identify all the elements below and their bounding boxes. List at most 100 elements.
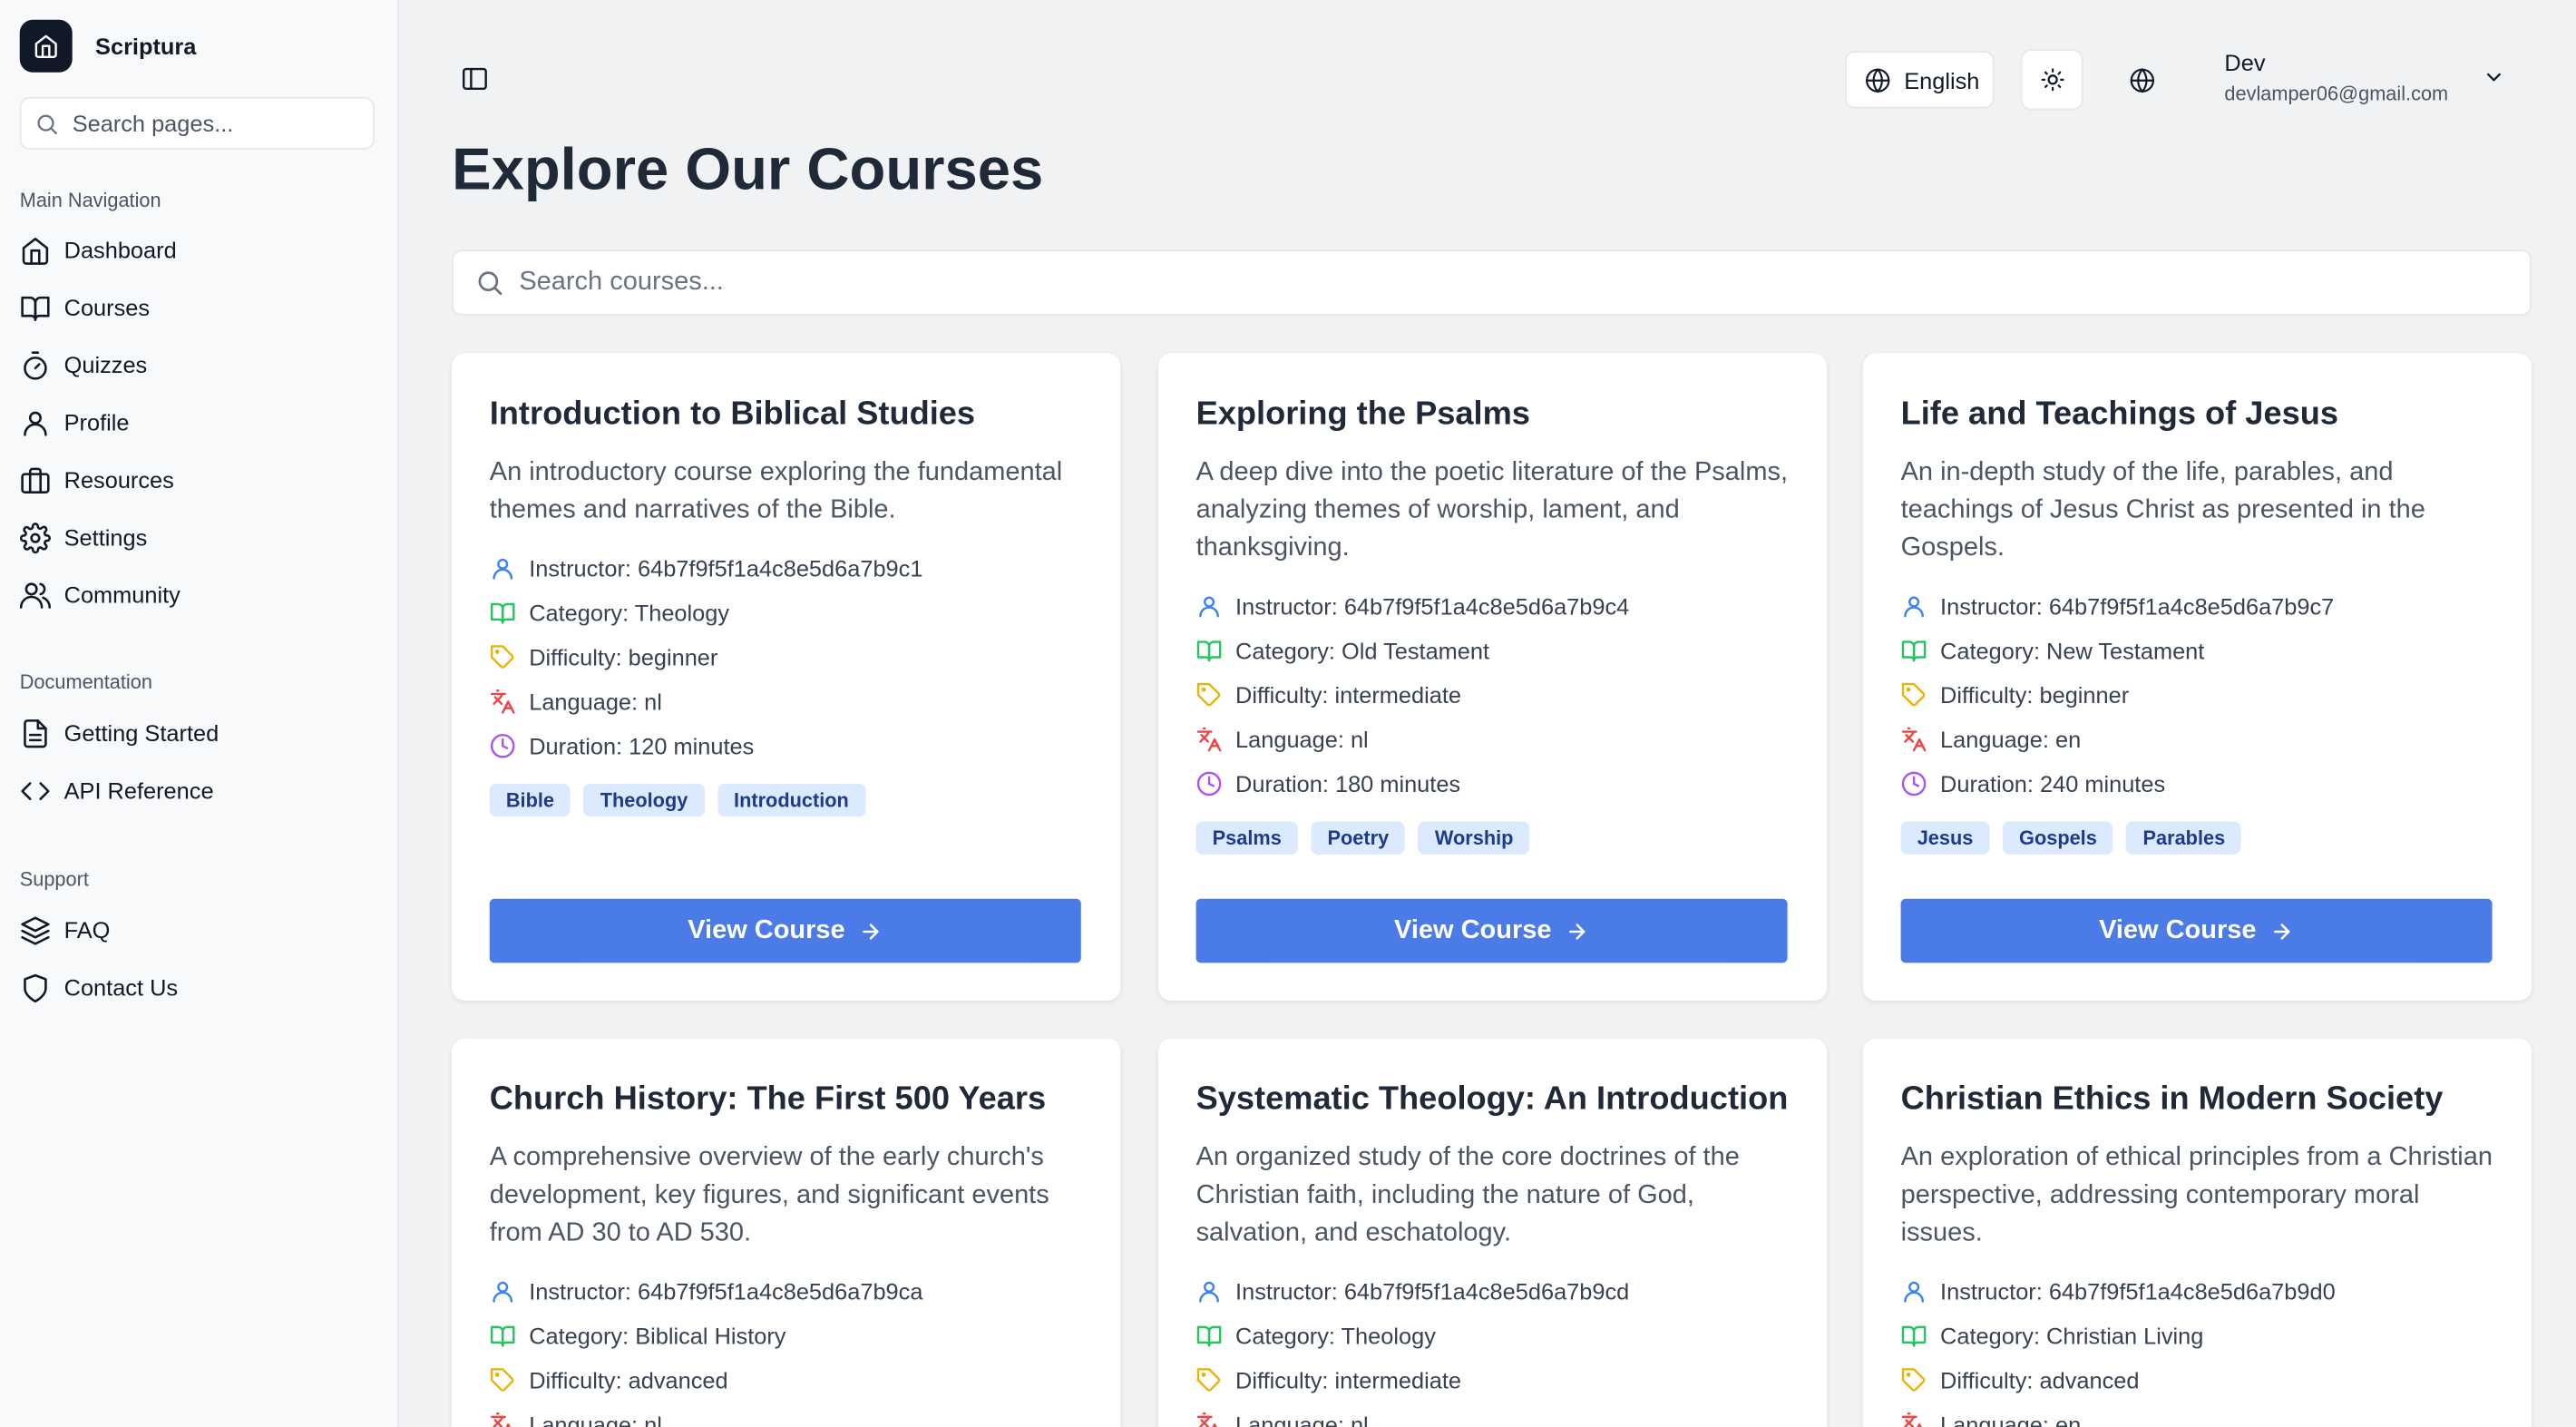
user-email: devlamper06@gmail.com xyxy=(2224,82,2449,105)
difficulty-text: Difficulty: beginner xyxy=(1940,680,2130,708)
arrow-right-icon xyxy=(2274,923,2291,939)
difficulty-row: Difficulty: beginner xyxy=(490,634,1083,679)
sidebar-item-getting-started[interactable]: Getting Started xyxy=(20,709,219,757)
view-course-button[interactable]: View Course xyxy=(1195,898,1788,963)
user-menu[interactable]: Dev devlamper06@gmail.com xyxy=(2224,49,2520,110)
sidebar-item-api-reference[interactable]: API Reference xyxy=(20,766,214,815)
course-description: An in-depth study of the life, parables,… xyxy=(1900,458,2425,562)
course-card: Christian Ethics in Modern Society An ex… xyxy=(1862,1038,2532,1427)
clock-icon xyxy=(1901,770,1927,796)
panel-left-icon xyxy=(462,67,487,91)
course-meta: Instructor: 64b7f9f5f1a4c8e5d6a7b9c4 Cat… xyxy=(1196,583,1790,806)
course-title: Christian Ethics in Modern Society xyxy=(1900,1080,2444,1118)
sidebar-item-quizzes[interactable]: Quizzes xyxy=(20,340,148,389)
brand[interactable]: Scriptura xyxy=(19,19,196,73)
instructor-text: Instructor: 64b7f9f5f1a4c8e5d6a7b9d0 xyxy=(1940,1277,2336,1305)
translate-icon xyxy=(1901,1412,1923,1427)
category-text: Category: Theology xyxy=(529,599,730,626)
difficulty-text: Difficulty: advanced xyxy=(1940,1366,2140,1393)
book-open-icon xyxy=(1901,1324,1927,1346)
book-open-icon xyxy=(1901,640,1927,661)
sidebar-item-label: Dashboard xyxy=(63,236,177,263)
difficulty-text: Difficulty: advanced xyxy=(529,1366,728,1393)
arrow-right-icon xyxy=(1569,923,1586,939)
language-text: Language: nl xyxy=(529,1410,662,1427)
view-course-button[interactable]: View Course xyxy=(489,898,1081,963)
duration-row: Duration: 240 minutes xyxy=(1901,761,2494,806)
sidebar-toggle-button[interactable] xyxy=(460,64,490,94)
layers-icon xyxy=(21,915,50,944)
globe-button[interactable] xyxy=(2114,49,2169,110)
category-text: Category: Theology xyxy=(1235,1322,1436,1349)
user-name: Dev xyxy=(2224,49,2266,76)
duration-text: Duration: 180 minutes xyxy=(1235,769,1461,797)
view-course-label: View Course xyxy=(2099,915,2257,944)
course-tag: Introduction xyxy=(717,783,865,817)
user-icon xyxy=(493,557,513,579)
duration-text: Duration: 240 minutes xyxy=(1940,769,2166,797)
language-button[interactable]: English xyxy=(1845,51,1995,109)
language-row: Language: nl xyxy=(1196,717,1790,761)
difficulty-row: Difficulty: advanced xyxy=(490,1357,1083,1402)
instructor-row: Instructor: 64b7f9f5f1a4c8e5d6a7b9c4 xyxy=(1196,583,1790,628)
sidebar-item-dashboard[interactable]: Dashboard xyxy=(20,225,177,274)
sidebar-item-settings[interactable]: Settings xyxy=(19,513,147,562)
sidebar-item-label: Quizzes xyxy=(63,351,148,378)
category-text: Category: New Testament xyxy=(1940,636,2205,663)
instructor-text: Instructor: 64b7f9f5f1a4c8e5d6a7b9cd xyxy=(1235,1277,1630,1305)
category-text: Category: Biblical History xyxy=(529,1322,786,1349)
category-text: Category: Old Testament xyxy=(1235,636,1490,663)
course-title: Introduction to Biblical Studies xyxy=(489,396,976,433)
user-icon xyxy=(493,1280,513,1302)
course-title: Systematic Theology: An Introduction xyxy=(1195,1080,1789,1118)
duration-row: Duration: 180 minutes xyxy=(1196,761,1790,806)
course-search[interactable] xyxy=(452,249,2532,316)
gear-icon xyxy=(19,522,51,553)
sidebar-search-input[interactable] xyxy=(72,110,352,137)
course-description: An exploration of ethical principles fro… xyxy=(1900,1143,2493,1247)
search-icon xyxy=(37,113,57,134)
language-row: Language: en xyxy=(1901,717,2494,761)
course-tag: Worship xyxy=(1418,821,1530,855)
course-description: An organized study of the core doctrines… xyxy=(1195,1143,1740,1247)
sidebar-item-resources[interactable]: Resources xyxy=(20,455,174,504)
tag-icon xyxy=(1196,1367,1221,1391)
briefcase-icon xyxy=(21,466,50,494)
course-tags: Jesus Gospels Parables xyxy=(1900,821,2494,855)
sidebar-item-contact-us[interactable]: Contact Us xyxy=(20,963,178,1012)
sidebar-item-profile[interactable]: Profile xyxy=(20,397,130,446)
theme-toggle-button[interactable] xyxy=(2020,49,2083,111)
sidebar-search[interactable] xyxy=(19,96,375,150)
sidebar-item-label: FAQ xyxy=(63,916,111,943)
course-title: Exploring the Psalms xyxy=(1195,396,1530,433)
course-meta: Instructor: 64b7f9f5f1a4c8e5d6a7b9c1 Cat… xyxy=(490,545,1083,767)
language-row: Language: nl xyxy=(490,679,1083,723)
course-title: Life and Teachings of Jesus xyxy=(1900,396,2339,433)
sidebar-item-label: Profile xyxy=(63,408,130,435)
language-text: Language: nl xyxy=(529,687,662,714)
category-row: Category: Christian Living xyxy=(1901,1313,2494,1357)
language-text: Language: en xyxy=(1940,725,2082,752)
view-course-button[interactable]: View Course xyxy=(1900,898,2493,963)
sidebar-item-community[interactable]: Community xyxy=(19,570,181,619)
app-canvas: Scriptura Main Navigation Dashboard Cour… xyxy=(0,0,2576,1427)
category-row: Category: Old Testament xyxy=(1196,628,1790,672)
sidebar-item-courses[interactable]: Courses xyxy=(20,283,150,332)
instructor-row: Instructor: 64b7f9f5f1a4c8e5d6a7b9cd xyxy=(1196,1268,1790,1313)
page-title: Explore Our Courses xyxy=(452,134,1044,202)
sidebar-item-faq[interactable]: FAQ xyxy=(20,905,111,954)
language-text: Language: en xyxy=(1940,1410,2082,1427)
arrow-right-icon xyxy=(863,923,880,939)
course-search-input[interactable] xyxy=(519,268,2491,298)
section-title-support: Support xyxy=(19,867,89,891)
course-tag: Gospels xyxy=(2002,821,2113,855)
instructor-row: Instructor: 64b7f9f5f1a4c8e5d6a7b9d0 xyxy=(1901,1268,2494,1313)
sidebar-item-label: Community xyxy=(63,582,181,609)
difficulty-row: Difficulty: intermediate xyxy=(1196,672,1790,717)
instructor-text: Instructor: 64b7f9f5f1a4c8e5d6a7b9c4 xyxy=(1235,591,1630,619)
language-text: Language: nl xyxy=(1235,725,1369,752)
home-icon xyxy=(22,237,49,264)
user-icon xyxy=(1904,1280,1924,1302)
file-text-icon xyxy=(24,718,47,748)
users-icon xyxy=(19,582,52,608)
